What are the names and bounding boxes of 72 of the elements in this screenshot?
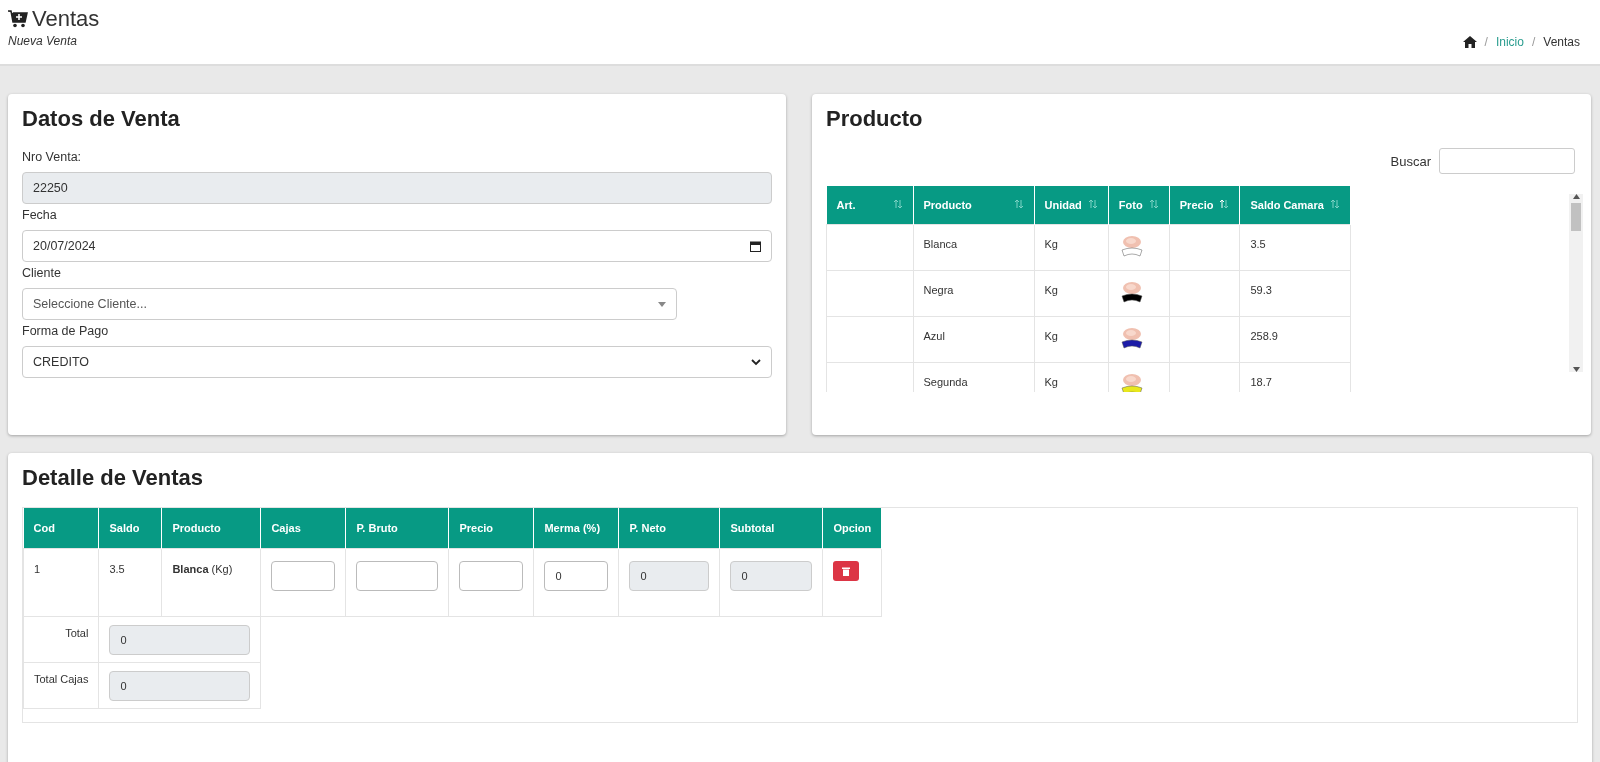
delete-button[interactable]	[833, 561, 860, 581]
column-header: Merma (%)	[533, 508, 619, 549]
date-field[interactable]: 20/07/2024	[22, 230, 772, 262]
trash-icon	[842, 566, 851, 576]
column-header: Opcion	[822, 508, 882, 549]
table-cell: Kg	[1034, 270, 1109, 317]
card-title: Producto	[826, 106, 923, 132]
table-cell: Azul	[913, 316, 1034, 363]
table-cell: Kg	[1034, 224, 1109, 271]
product-cell: Blanca (Kg)	[161, 548, 261, 617]
input-field[interactable]: 0	[544, 561, 609, 591]
breadcrumb-separator: /	[1484, 35, 1488, 49]
scroll-down-icon[interactable]	[1572, 367, 1580, 372]
chicken-icon	[1122, 282, 1141, 294]
caret-icon	[658, 301, 666, 307]
cart-icon	[8, 10, 28, 28]
column-header[interactable]: Saldo Camara	[1239, 186, 1351, 225]
sort-icon	[892, 199, 903, 209]
sort-icon	[1013, 199, 1024, 209]
page-title: Ventas	[32, 6, 100, 32]
scroll-up-icon[interactable]	[1572, 194, 1580, 199]
table-cell: Blanca	[913, 224, 1034, 271]
column-header[interactable]: Foto	[1108, 186, 1170, 225]
total-label: Total Cajas	[23, 662, 99, 709]
sort-icon	[1329, 199, 1340, 209]
sort-icon	[1148, 199, 1159, 209]
column-header[interactable]: Precio	[1169, 186, 1240, 225]
input-field[interactable]	[271, 561, 336, 591]
column-header: P. Neto	[618, 508, 720, 549]
field-label: Fecha	[22, 208, 58, 222]
column-header: Saldo	[98, 508, 162, 549]
calendar-icon	[750, 240, 761, 252]
table-cell: 1	[23, 548, 99, 617]
breadcrumb-current: Ventas	[1543, 35, 1580, 49]
column-header[interactable]: Producto	[913, 186, 1034, 225]
column-header: Precio	[448, 508, 534, 549]
client-dropdown[interactable]: Seleccione Cliente...	[22, 288, 677, 320]
chicken-icon	[1122, 374, 1141, 386]
field-label: Cliente	[22, 266, 62, 280]
table-cell: 3.5	[98, 548, 162, 617]
page-subtitle: Nueva Venta	[8, 34, 78, 48]
column-header: Cod	[23, 508, 99, 549]
table-cell: Kg	[1034, 316, 1109, 363]
total-label: Total	[23, 616, 99, 663]
input-field[interactable]	[459, 561, 524, 591]
chevron-icon	[751, 358, 761, 366]
column-header: P. Bruto	[345, 508, 449, 549]
table-cell: Negra	[913, 270, 1034, 317]
payment-dropdown[interactable]: CREDITO	[22, 346, 772, 378]
scrollbar-thumb[interactable]	[1571, 203, 1581, 231]
column-header: Producto	[161, 508, 261, 549]
sort-icon	[1087, 199, 1098, 209]
card-title: Detalle de Ventas	[22, 465, 203, 491]
field-label: Nro Venta:	[22, 150, 83, 164]
chicken-icon	[1122, 328, 1141, 340]
column-header: Cajas	[260, 508, 346, 549]
home-icon[interactable]	[1462, 36, 1477, 48]
field-label: Forma de Pago	[22, 324, 110, 338]
chicken-icon	[1122, 236, 1141, 248]
column-header[interactable]: Art.	[826, 186, 913, 225]
column-header: Subtotal	[719, 508, 823, 549]
table-cell: 59.3	[1239, 270, 1351, 317]
table-cell: 3.5	[1239, 224, 1351, 271]
breadcrumb-separator: /	[1531, 35, 1536, 49]
search-label: Buscar	[1390, 153, 1431, 169]
table-cell: 258.9	[1239, 316, 1351, 363]
sort-icon	[1219, 199, 1230, 209]
input-field[interactable]	[356, 561, 439, 591]
card-title: Datos de Venta	[22, 106, 180, 132]
column-header[interactable]: Unidad	[1034, 186, 1109, 225]
scrollbar[interactable]	[1569, 194, 1583, 372]
search-field[interactable]	[1439, 148, 1575, 174]
